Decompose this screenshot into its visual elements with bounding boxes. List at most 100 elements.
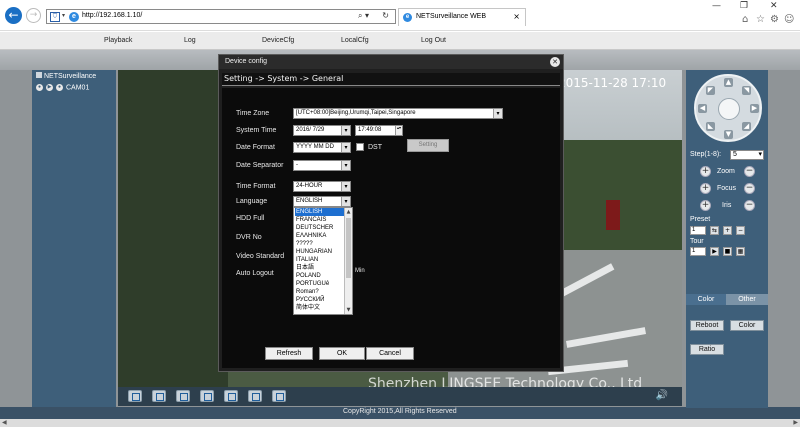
chevron-down-icon[interactable]: ▾ — [341, 197, 350, 206]
cancel-button[interactable]: Cancel — [366, 347, 414, 360]
restore-icon[interactable]: ❐ — [740, 1, 748, 11]
chevron-down-icon[interactable]: ▾ — [341, 161, 350, 170]
ptz-left-icon[interactable]: ◀ — [698, 104, 707, 113]
chevron-down-icon[interactable]: ▾ — [341, 182, 350, 191]
camera-record-icon[interactable]: ● — [36, 84, 43, 91]
ptz-down-right-icon[interactable]: ◢ — [742, 122, 751, 131]
horizontal-scrollbar[interactable]: ◀ ▶ — [0, 419, 800, 427]
spinner-arrows-icon[interactable]: ▴▾ — [395, 126, 402, 135]
language-select[interactable]: ENGLISH ▾ — [293, 196, 351, 207]
camera-status-icon[interactable]: ● — [56, 84, 63, 91]
chevron-down-icon[interactable]: ▾ — [493, 109, 502, 118]
menu-logout[interactable]: Log Out — [421, 37, 446, 44]
language-option[interactable]: ΕΛΛΗΝΙΚΑ — [295, 232, 344, 240]
tour-grid-icon[interactable]: ▦ — [736, 247, 745, 256]
focus-far-button[interactable]: − — [744, 183, 755, 194]
language-option[interactable]: РУССКИЙ — [295, 296, 344, 304]
reboot-button[interactable]: Reboot — [690, 320, 724, 331]
split-view-button[interactable] — [152, 390, 166, 402]
scroll-down-icon[interactable]: ▼ — [345, 306, 352, 314]
zoom-out-button[interactable]: − — [744, 166, 755, 177]
language-option[interactable]: ENGLISH — [295, 208, 344, 216]
date-separator-select[interactable]: - ▾ — [293, 160, 351, 171]
scroll-thumb[interactable] — [346, 218, 351, 278]
language-option[interactable]: Roman? — [295, 288, 344, 296]
playback-button[interactable] — [272, 390, 286, 402]
language-option[interactable]: ????? — [295, 240, 344, 248]
close-tab-icon[interactable]: × — [513, 12, 520, 21]
ok-button[interactable]: OK — [319, 347, 365, 360]
iris-open-button[interactable]: + — [700, 200, 711, 211]
ptz-direction-pad[interactable]: ▲ ▼ ◀ ▶ ◤ ◥ ◣ ◢ — [694, 74, 762, 142]
scroll-right-icon[interactable]: ▶ — [793, 419, 798, 426]
preset-goto-icon[interactable]: ⇆ — [710, 226, 719, 235]
language-option[interactable]: ITALIAN — [295, 256, 344, 264]
language-dropdown-list[interactable]: ENGLISH FRANCAIS DEUTSCHER ΕΛΛΗΝΙΚΑ ????… — [293, 207, 353, 315]
menu-localcfg[interactable]: LocalCfg — [341, 37, 369, 44]
close-icon[interactable]: ✕ — [550, 57, 560, 67]
search-icon[interactable]: ⌕ ▾ — [358, 11, 369, 21]
iris-close-button[interactable]: − — [744, 200, 755, 211]
time-format-select[interactable]: 24-HOUR ▾ — [293, 181, 351, 192]
tour-input[interactable]: 1 — [690, 247, 706, 256]
system-time-spinner[interactable]: 17:49:08 ▴▾ — [355, 125, 403, 136]
tour-play-icon[interactable]: ▶ — [710, 247, 719, 256]
system-date-picker[interactable]: 2016/ 7/29 ▾ — [293, 125, 351, 136]
volume-icon[interactable]: 🔊 — [656, 390, 668, 401]
ptz-down-left-icon[interactable]: ◣ — [706, 122, 715, 131]
language-option[interactable]: DEUTSCHER — [295, 224, 344, 232]
menu-playback[interactable]: Playback — [104, 37, 132, 44]
tab-other[interactable]: Other — [726, 294, 768, 305]
refresh-icon[interactable]: ↻ — [382, 11, 389, 20]
tour-stop-icon[interactable]: ■ — [723, 247, 732, 256]
ptz-up-left-icon[interactable]: ◤ — [706, 86, 715, 95]
preset-remove-icon[interactable]: − — [736, 226, 745, 235]
browser-tab[interactable]: e NETSurveillance WEB × — [398, 8, 526, 26]
chevron-down-icon[interactable]: ▾ — [341, 143, 350, 152]
scroll-left-icon[interactable]: ◀ — [2, 419, 7, 426]
date-format-select[interactable]: YYYY MM DD ▾ — [293, 142, 351, 153]
address-bar[interactable]: ⛉ ▾ e http://192.168.1.10/ ⌕ ▾ ↻ — [46, 9, 396, 24]
smiley-feedback-icon[interactable]: ☺ — [784, 14, 794, 25]
step-select[interactable]: 5 — [730, 150, 764, 160]
dst-setting-button[interactable]: Setting — [407, 139, 449, 152]
focus-near-button[interactable]: + — [700, 183, 711, 194]
language-option[interactable]: 日本語 — [295, 264, 344, 272]
favorites-star-icon[interactable]: ☆ — [756, 14, 765, 25]
menu-devicecfg[interactable]: DeviceCfg — [262, 37, 294, 44]
ptz-right-icon[interactable]: ▶ — [750, 104, 759, 113]
fullscreen-button[interactable] — [128, 390, 142, 402]
snapshot-button[interactable] — [200, 390, 214, 402]
preset-add-icon[interactable]: + — [723, 226, 732, 235]
dialog-title-bar[interactable]: Device config ✕ — [219, 55, 563, 69]
ratio-button[interactable]: Ratio — [690, 344, 724, 355]
device-tree-root[interactable]: NETSurveillance — [36, 72, 96, 80]
language-option[interactable]: HUNGARIAN — [295, 248, 344, 256]
language-option[interactable]: POLAND — [295, 272, 344, 280]
url-text[interactable]: http://192.168.1.10/ — [82, 12, 142, 19]
tab-color[interactable]: Color — [686, 294, 726, 305]
language-option[interactable]: 简体中文 — [295, 304, 344, 312]
back-button[interactable]: ← — [5, 7, 22, 24]
talk-button[interactable] — [248, 390, 262, 402]
language-option[interactable]: PORTUGUê — [295, 280, 344, 288]
refresh-button[interactable]: Refresh — [265, 347, 313, 360]
preset-input[interactable]: 1 — [690, 226, 706, 235]
image-button[interactable] — [224, 390, 238, 402]
compatibility-shield-icon[interactable]: ⛉ — [50, 12, 60, 22]
language-option[interactable]: FRANCAIS — [295, 216, 344, 224]
forward-button[interactable]: → — [26, 8, 41, 23]
chevron-down-icon[interactable]: ▾ — [341, 126, 350, 135]
time-zone-select[interactable]: [UTC+08:00]Beijing,Urumqi,Taipei,Singapo… — [293, 108, 503, 119]
close-window-icon[interactable]: ✕ — [770, 1, 778, 11]
camera-play-icon[interactable]: ▶ — [46, 84, 53, 91]
zoom-in-button[interactable]: + — [700, 166, 711, 177]
minimize-icon[interactable]: — — [712, 1, 721, 11]
camera-node[interactable]: ● ▶ ● CAM01 — [36, 84, 89, 91]
color-button[interactable]: Color — [730, 320, 764, 331]
ptz-center-button[interactable] — [718, 98, 740, 120]
chevron-down-icon[interactable]: ▾ — [62, 12, 65, 19]
dst-checkbox[interactable] — [356, 143, 364, 151]
language-list-scrollbar[interactable]: ▲ ▼ — [344, 208, 352, 314]
ptz-up-right-icon[interactable]: ◥ — [742, 86, 751, 95]
